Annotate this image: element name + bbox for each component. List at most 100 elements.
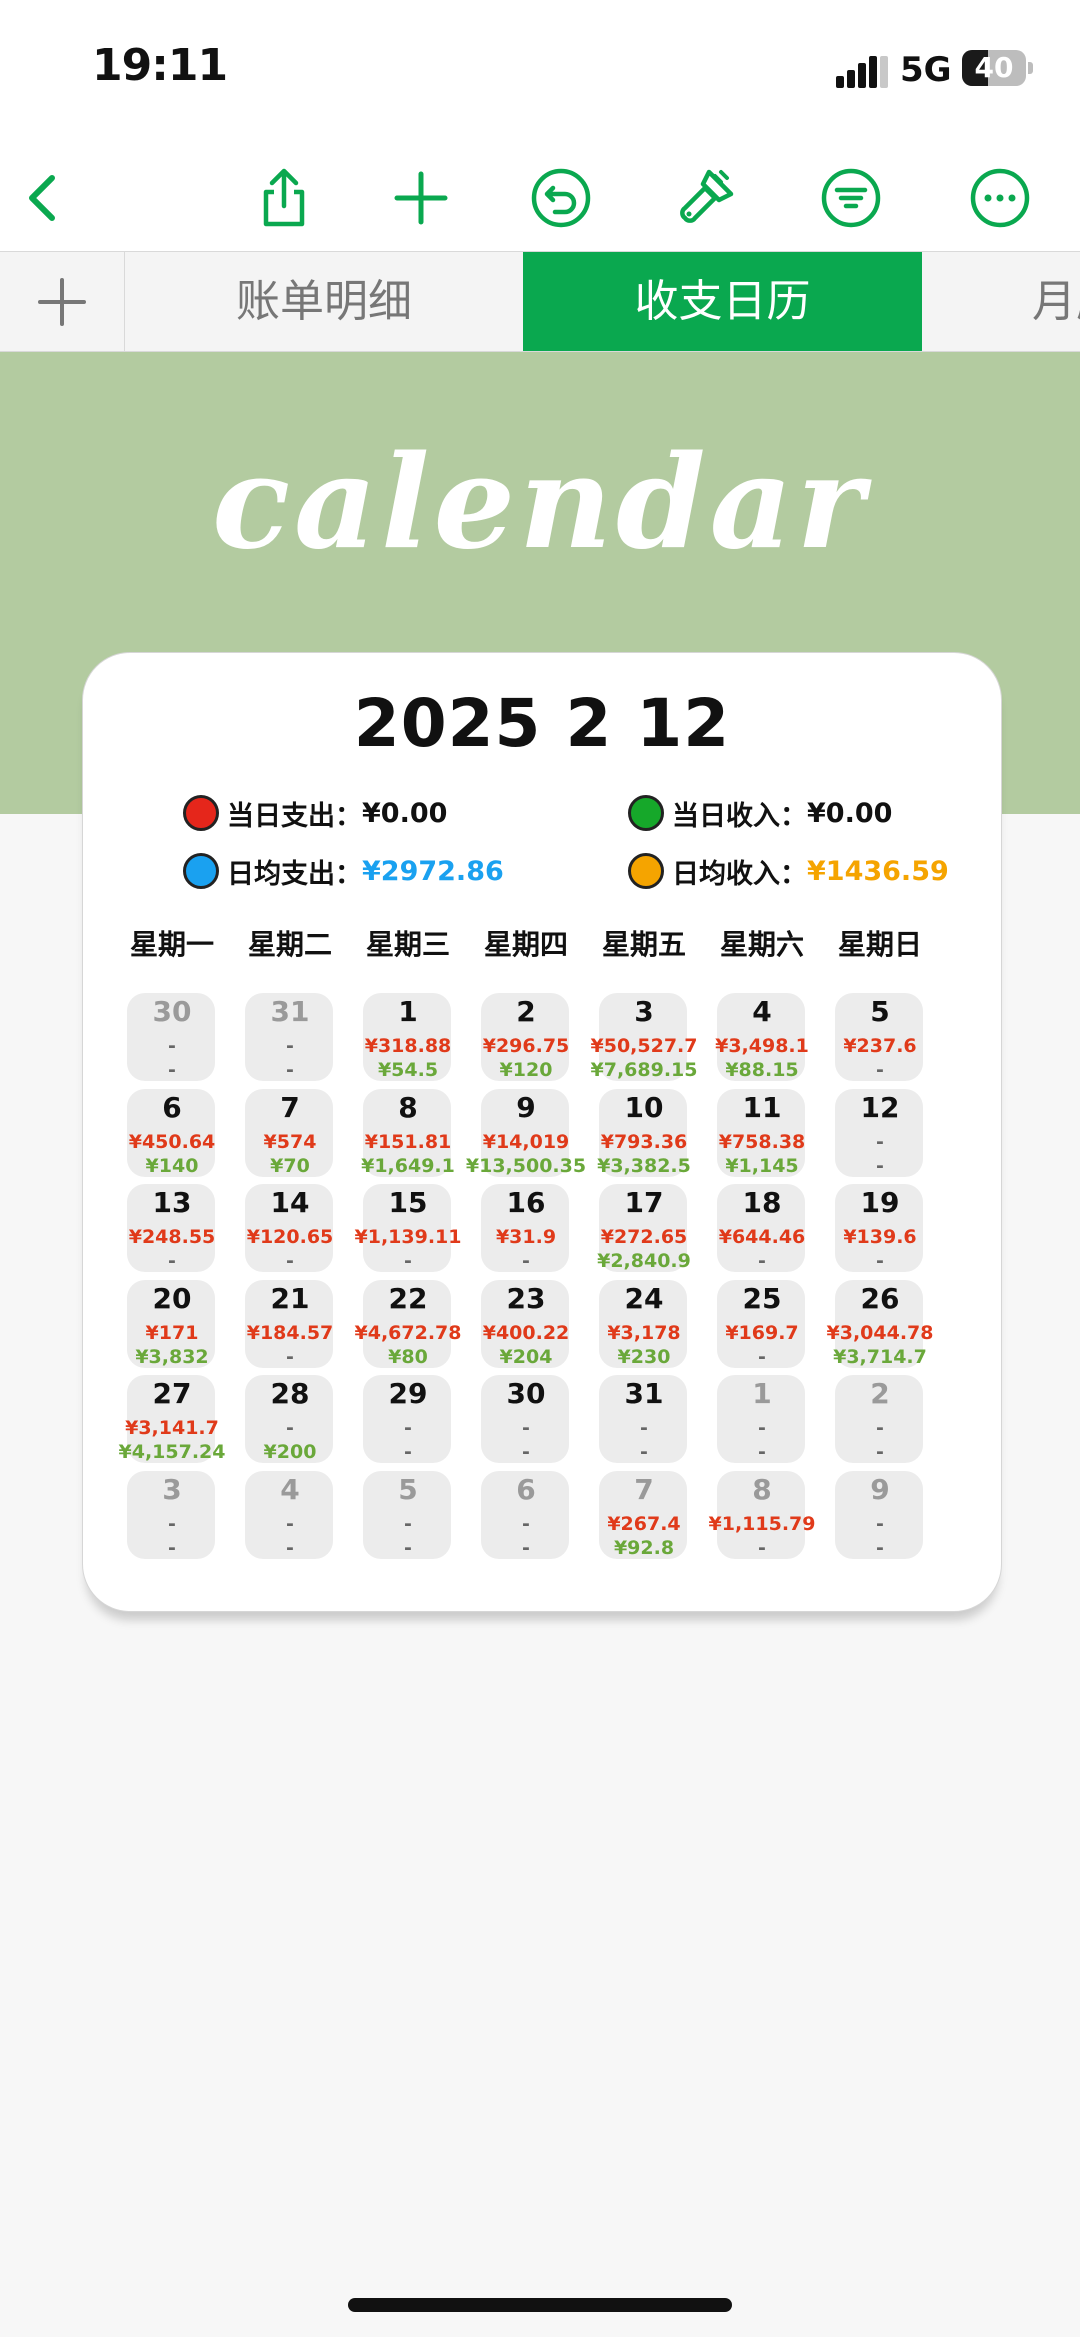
banner-title: calendar <box>212 428 868 578</box>
calendar-day-cell[interactable]: 10 ¥793.36 ¥3,382.5 <box>585 1088 703 1181</box>
calendar-day-cell[interactable]: 1 -- <box>703 1375 821 1467</box>
calendar-day-cell[interactable]: 15 ¥1,139.11- <box>349 1184 467 1276</box>
calendar-day-cell[interactable]: 8 ¥151.81 ¥1,649.1 <box>349 1088 467 1181</box>
day-expense: ¥31.9 <box>495 1226 557 1248</box>
calendar-day-cell[interactable]: 5 ¥237.6- <box>821 993 939 1085</box>
red-dot-icon <box>183 795 219 831</box>
back-chevron-icon <box>29 175 55 221</box>
undo-button[interactable] <box>521 158 601 238</box>
calendar-day-cell[interactable]: 8 ¥1,115.79- <box>703 1470 821 1563</box>
day-expense: - <box>286 1417 294 1439</box>
home-indicator[interactable] <box>348 2298 732 2312</box>
weekday-label: 星期三 <box>365 928 450 961</box>
calendar-day-cell[interactable]: 31 - - <box>585 1375 703 1467</box>
day-income: - <box>876 1154 884 1177</box>
day-expense: ¥1,139.11 <box>354 1226 462 1248</box>
day-income: - <box>522 1441 530 1463</box>
day-number: 17 <box>624 1186 664 1219</box>
calendar-day-cell[interactable]: 31 - - <box>231 993 349 1085</box>
day-expense: ¥318.88 <box>364 1035 452 1057</box>
calendar-day-cell[interactable]: 3 ¥50,527.7 ¥7,689.15 <box>585 993 703 1085</box>
calendar-day-cell[interactable]: 6 ¥450.64 ¥140 <box>113 1088 231 1181</box>
calendar-day-cell[interactable]: 29 - - <box>349 1375 467 1467</box>
calendar-day-cell[interactable]: 16 ¥31.9- <box>467 1184 585 1276</box>
day-number: 27 <box>152 1377 192 1410</box>
day-expense: ¥272.65 <box>600 1226 688 1248</box>
calendar-day-cell[interactable]: 9 ¥14,019 ¥13,500.35 <box>466 1088 586 1181</box>
add-sheet-button[interactable] <box>0 252 125 351</box>
more-button[interactable] <box>960 158 1040 238</box>
calendar-day-cell[interactable]: 9 -- <box>821 1470 939 1563</box>
share-button[interactable] <box>244 158 324 238</box>
tab-income-expense-calendar[interactable]: 收支日历 <box>523 252 922 351</box>
back-button[interactable] <box>4 158 84 238</box>
format-brush-button[interactable] <box>665 158 745 238</box>
brush-icon <box>680 169 734 223</box>
calendar-day-cell[interactable]: 18 ¥644.46- <box>703 1184 821 1276</box>
calendar-day-cell[interactable]: 23 ¥400.22 ¥204 <box>467 1279 585 1372</box>
day-expense: ¥450.64 <box>128 1130 216 1153</box>
day-income: ¥120 <box>499 1059 553 1081</box>
calendar-day-cell[interactable]: 6 -- <box>467 1470 585 1563</box>
day-expense: - <box>168 1035 176 1057</box>
calendar-day-cell[interactable]: 28 - ¥200 <box>231 1375 349 1467</box>
day-income: ¥3,382.5 <box>597 1154 691 1177</box>
day-expense: - <box>404 1417 412 1439</box>
calendar-day-cell[interactable]: 3 -- <box>113 1470 231 1563</box>
filter-button[interactable] <box>811 158 891 238</box>
day-expense: ¥267.4 <box>607 1512 681 1535</box>
day-income: - <box>640 1441 648 1463</box>
day-income: ¥88.15 <box>725 1059 799 1081</box>
undo-icon <box>531 168 591 228</box>
calendar-day-cell[interactable]: 4 -- <box>231 1470 349 1563</box>
calendar-date-title: 2025 2 12 <box>353 685 731 762</box>
day-income: - <box>404 1441 412 1463</box>
add-button[interactable] <box>381 158 461 238</box>
calendar-day-cell[interactable]: 17 ¥272.65 ¥2,840.9 <box>585 1184 703 1276</box>
avg-expense-label: 日均支出： <box>227 858 362 890</box>
calendar-day-cell[interactable]: 26 ¥3,044.78 ¥3,714.7 <box>821 1279 939 1372</box>
tab-bill-details[interactable]: 账单明细 <box>125 252 523 351</box>
day-income: ¥70 <box>270 1154 310 1177</box>
day-income: - <box>876 1441 884 1463</box>
day-expense: ¥120.65 <box>246 1226 334 1248</box>
calendar-day-cell[interactable]: 2 -- <box>821 1375 939 1467</box>
calendar-day-cell[interactable]: 20 ¥171 ¥3,832 <box>113 1279 231 1372</box>
day-number: 9 <box>516 1090 536 1124</box>
day-expense: ¥574 <box>263 1130 317 1153</box>
day-expense: - <box>286 1035 294 1057</box>
day-expense: - <box>522 1512 530 1535</box>
calendar-day-cell[interactable]: 1 ¥318.88 ¥54.5 <box>349 993 467 1085</box>
avg-income-stat: 日均收入： ¥1436.59 <box>628 849 949 893</box>
daily-expense-value: ¥0.00 <box>362 797 448 829</box>
day-expense: ¥400.22 <box>482 1321 570 1344</box>
day-expense: - <box>876 1130 884 1153</box>
day-number: 8 <box>398 1090 418 1124</box>
day-number: 7 <box>634 1472 654 1506</box>
calendar-day-cell[interactable]: 30 - - <box>113 993 231 1085</box>
day-income: ¥7,689.15 <box>590 1059 698 1081</box>
calendar-day-cell[interactable]: 24 ¥3,178 ¥230 <box>585 1279 703 1372</box>
calendar-day-cell[interactable]: 22 ¥4,672.78 ¥80 <box>349 1279 467 1372</box>
day-expense: ¥248.55 <box>128 1226 216 1248</box>
calendar-day-cell[interactable]: 14 ¥120.65- <box>231 1184 349 1276</box>
battery-level: 40 <box>974 51 1014 84</box>
calendar-day-cell[interactable]: 21 ¥184.57- <box>231 1279 349 1372</box>
calendar-day-cell[interactable]: 7 ¥574 ¥70 <box>231 1088 349 1181</box>
calendar-day-cell[interactable]: 19 ¥139.6- <box>821 1184 939 1276</box>
calendar-day-cell[interactable]: 13 ¥248.55- <box>113 1184 231 1276</box>
calendar-day-cell[interactable]: 30 - - <box>467 1375 585 1467</box>
calendar-day-cell[interactable]: 4 ¥3,498.1 ¥88.15 <box>703 993 821 1085</box>
calendar-day-cell[interactable]: 27 ¥3,141.7 ¥4,157.24 <box>113 1375 231 1467</box>
calendar-day-cell[interactable]: 11 ¥758.38 ¥1,145 <box>703 1088 821 1181</box>
calendar-day-cell[interactable]: 2 ¥296.75 ¥120 <box>467 993 585 1085</box>
calendar-day-cell[interactable]: 25 ¥169.7- <box>703 1279 821 1372</box>
calendar-day-cell[interactable]: 7 ¥267.4 ¥92.8 <box>585 1470 703 1563</box>
calendar-day-cell[interactable]: 5 -- <box>349 1470 467 1563</box>
tab-monthly-calendar[interactable]: 月历 <box>922 252 1080 351</box>
green-dot-icon <box>628 795 664 831</box>
calendar-day-cell[interactable]: 12 - - <box>821 1088 939 1181</box>
day-number: 3 <box>162 1472 182 1506</box>
day-income: ¥140 <box>145 1154 199 1177</box>
day-income: - <box>286 1345 294 1368</box>
